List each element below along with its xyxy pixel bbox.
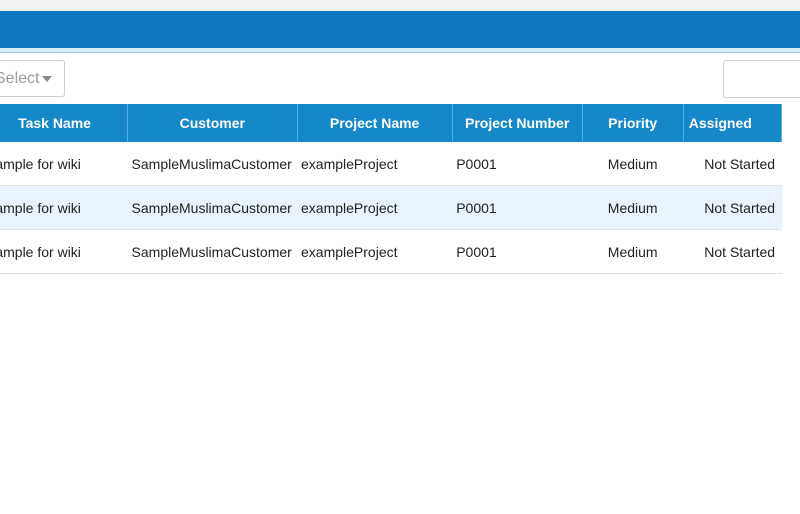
cell-project-number: P0001 [452, 142, 583, 186]
toolbar: Select [0, 53, 800, 104]
cell-customer: SampleMuslimaCustomer [127, 185, 298, 230]
search-input[interactable] [723, 60, 800, 98]
column-header-assigned[interactable]: Assigned [683, 104, 783, 142]
cell-priority: Medium [582, 185, 684, 230]
column-header-task-name[interactable]: Task Name [0, 104, 129, 142]
app-header-bar [0, 11, 800, 48]
cell-assigned-status: Not Started [683, 229, 782, 274]
table-row[interactable]: Sample for wiki SampleMuslimaCustomer ex… [0, 185, 782, 230]
cell-project-name: exampleProject [297, 142, 453, 186]
cell-project-name: exampleProject [297, 229, 453, 274]
cell-project-name: exampleProject [297, 185, 453, 230]
cell-assigned-status: Not Started [683, 142, 782, 186]
browser-top-strip [0, 0, 800, 11]
filter-select-value: Select [0, 70, 40, 87]
cell-project-number: P0001 [452, 229, 583, 274]
column-header-priority[interactable]: Priority [582, 104, 684, 142]
column-header-project-number[interactable]: Project Number [452, 104, 583, 142]
filter-select[interactable]: Select [0, 60, 65, 97]
cell-priority: Medium [582, 229, 684, 274]
cell-customer: SampleMuslimaCustomer [127, 229, 298, 274]
cell-task-name: Sample for wiki [0, 185, 128, 230]
cell-customer: SampleMuslimaCustomer [127, 142, 298, 186]
table-header-row: Task Name Customer Project Name Project … [0, 104, 783, 142]
column-header-project-name[interactable]: Project Name [297, 104, 453, 142]
cell-project-number: P0001 [452, 185, 583, 230]
table-row[interactable]: Sample for wiki SampleMuslimaCustomer ex… [0, 142, 782, 186]
cell-task-name: Sample for wiki [0, 142, 128, 186]
cell-assigned-status: Not Started [683, 185, 782, 230]
column-header-customer[interactable]: Customer [127, 104, 298, 142]
table-row[interactable]: Sample for wiki SampleMuslimaCustomer ex… [0, 229, 782, 274]
task-table: Task Name Customer Project Name Project … [0, 104, 783, 274]
cell-priority: Medium [582, 142, 684, 186]
cell-task-name: Sample for wiki [0, 229, 128, 274]
caret-down-icon [42, 76, 52, 82]
